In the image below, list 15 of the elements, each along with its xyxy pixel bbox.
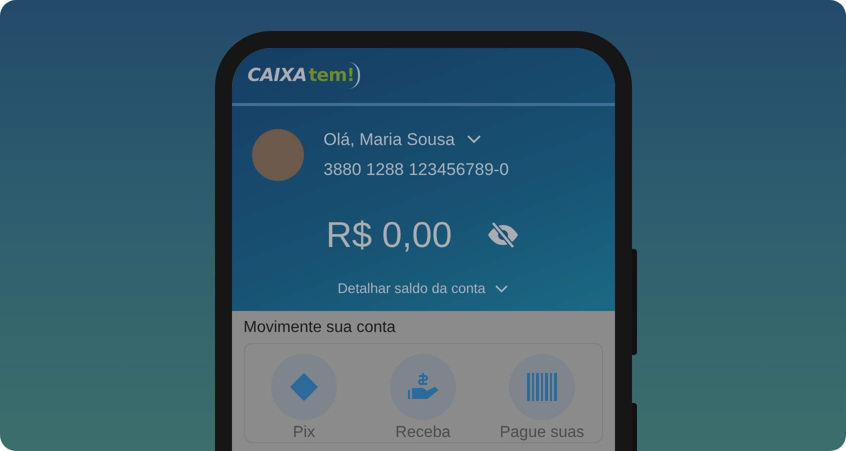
greeting-text[interactable]: Olá, Maria Sousa bbox=[324, 127, 455, 152]
section-title: Movimente sua conta bbox=[242, 318, 397, 338]
account-number: 3880 1288 123456789-0 bbox=[324, 158, 509, 180]
balance-amount: R$ 0,00 bbox=[326, 213, 452, 257]
chevron-down-icon[interactable] bbox=[466, 135, 481, 144]
balance-detail-link[interactable]: Detalhar saldo da conta bbox=[338, 278, 486, 299]
app-logo: CAIXAtem! bbox=[248, 62, 360, 89]
chevron-down-icon[interactable] bbox=[495, 284, 508, 292]
eye-slash-icon[interactable] bbox=[486, 221, 520, 249]
action-label: Pague suas bbox=[500, 424, 584, 442]
action-label: Pix bbox=[292, 424, 316, 442]
hand-coin-icon bbox=[407, 372, 439, 402]
action-label: Receba bbox=[395, 424, 451, 442]
barcode-icon bbox=[526, 373, 558, 401]
diamond-icon bbox=[289, 372, 319, 402]
